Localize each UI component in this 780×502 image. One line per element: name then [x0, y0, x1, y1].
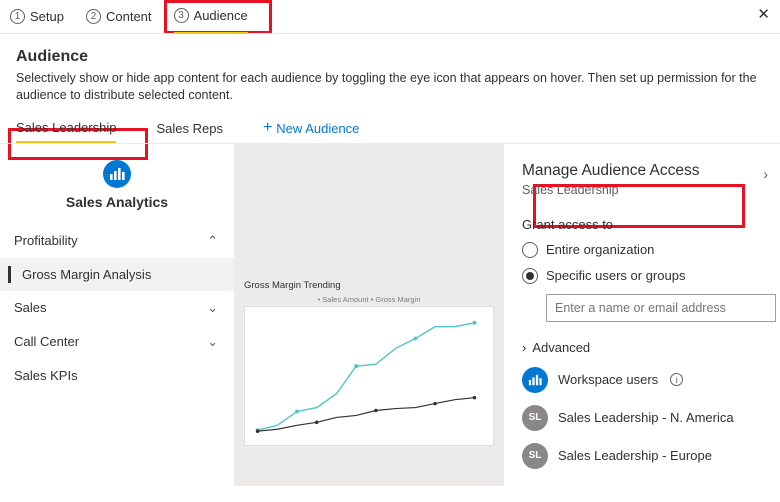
group-sales-leadership-eu[interactable]: SL Sales Leadership - Europe	[522, 443, 766, 469]
avatar-initials: SL	[522, 443, 548, 469]
group-label: Sales Leadership - Europe	[558, 448, 712, 463]
chevron-down-icon: ⌄	[207, 300, 218, 316]
chevron-right-icon: ›	[522, 340, 526, 355]
page-title: Audience	[0, 34, 780, 70]
bar-chart-icon	[522, 367, 548, 393]
step-label: Audience	[194, 8, 248, 23]
chart-legend: • Sales Amount • Gross Margin	[244, 295, 494, 304]
radio-label: Entire organization	[546, 242, 654, 257]
tab-sales-leadership[interactable]: Sales Leadership	[16, 113, 116, 143]
content-tree: Sales Analytics Profitability ⌃ Gross Ma…	[0, 144, 234, 486]
advanced-label: Advanced	[532, 340, 590, 355]
advanced-toggle[interactable]: › Advanced	[522, 340, 766, 355]
group-workspace-users[interactable]: Workspace users i	[522, 367, 766, 393]
radio-entire-org[interactable]: Entire organization	[522, 242, 766, 258]
group-sales-leadership-na[interactable]: SL Sales Leadership - N. America	[522, 405, 766, 431]
chevron-up-icon: ⌃	[207, 233, 218, 249]
group-label: Sales Leadership - N. America	[558, 410, 734, 425]
step-label: Content	[106, 9, 152, 24]
nav-call-center[interactable]: Call Center ⌄	[0, 325, 234, 359]
user-search-input[interactable]	[546, 294, 776, 322]
radio-specific-users[interactable]: Specific users or groups	[522, 268, 766, 284]
radio-icon	[522, 268, 538, 284]
panel-subtitle: Sales Leadership	[522, 183, 766, 197]
chart-area	[244, 306, 494, 446]
step-audience[interactable]: 3 Audience	[174, 0, 248, 34]
step-content[interactable]: 2 Content	[86, 9, 152, 24]
chart-title: Gross Margin Trending	[244, 280, 494, 291]
nav-label: Sales	[14, 300, 47, 315]
wizard-steps: 1 Setup 2 Content 3 Audience ✕	[0, 0, 780, 34]
nav-label: Gross Margin Analysis	[22, 267, 151, 282]
chevron-down-icon: ⌄	[207, 334, 218, 350]
nav-sales-kpis[interactable]: Sales KPIs	[0, 359, 234, 392]
step-number: 1	[10, 9, 25, 24]
nav-label: Profitability	[14, 233, 78, 248]
info-icon[interactable]: i	[670, 373, 683, 386]
tab-sales-reps[interactable]: Sales Reps	[156, 113, 222, 143]
panel-title: Manage Audience Access	[522, 162, 766, 180]
workspace-name: Sales Analytics	[0, 194, 234, 210]
nav-label: Sales KPIs	[14, 368, 78, 383]
plus-icon: +	[263, 121, 272, 135]
radio-icon	[522, 242, 538, 258]
new-audience-button[interactable]: + New Audience	[263, 121, 359, 136]
nav-profitability[interactable]: Profitability ⌃	[0, 224, 234, 258]
step-number: 3	[174, 8, 189, 23]
step-setup[interactable]: 1 Setup	[10, 9, 64, 24]
avatar-initials: SL	[522, 405, 548, 431]
report-preview: Gross Margin Trending • Sales Amount • G…	[234, 144, 504, 486]
nav-gross-margin-analysis[interactable]: Gross Margin Analysis	[0, 258, 234, 291]
grant-access-label: Grant access to	[522, 217, 766, 232]
radio-label: Specific users or groups	[546, 268, 685, 283]
expand-panel-icon[interactable]: ›	[763, 166, 768, 182]
nav-sales[interactable]: Sales ⌄	[0, 291, 234, 325]
close-button[interactable]: ✕	[757, 7, 770, 22]
step-number: 2	[86, 9, 101, 24]
manage-access-panel: Manage Audience Access Sales Leadership …	[504, 144, 780, 486]
workspace-icon	[103, 160, 131, 188]
new-audience-label: New Audience	[276, 121, 359, 136]
group-label: Workspace users	[558, 372, 658, 387]
step-label: Setup	[30, 9, 64, 24]
page-description: Selectively show or hide app content for…	[0, 70, 780, 114]
audience-tabs: Sales Leadership Sales Reps + New Audien…	[0, 114, 780, 144]
nav-label: Call Center	[14, 334, 79, 349]
